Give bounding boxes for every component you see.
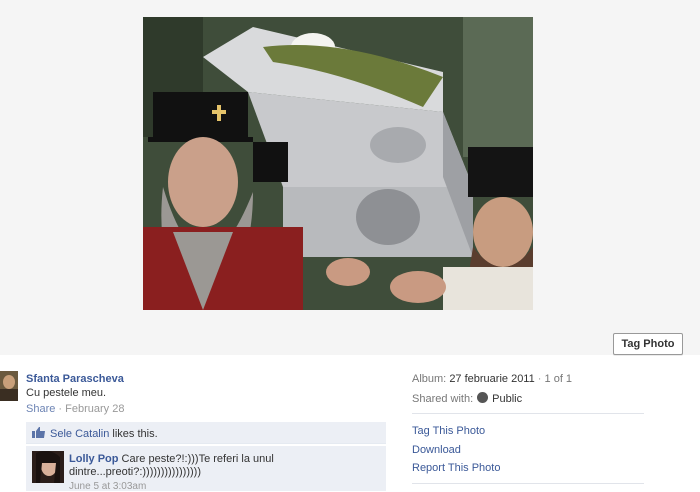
owner-avatar[interactable] (0, 371, 18, 401)
photo[interactable] (143, 17, 533, 310)
photo-image (143, 17, 533, 310)
photo-stage: Tag Photo (0, 0, 700, 355)
tag-this-photo-link[interactable]: Tag This Photo (412, 425, 485, 437)
owner-name-link[interactable]: Sfanta Parascheva (26, 373, 124, 385)
commenter-avatar[interactable] (32, 451, 64, 483)
likes-text: likes this. (109, 428, 158, 440)
album-row: Album: 27 februarie 2011 · 1 of 1 (412, 373, 572, 385)
likes-bar: Sele Catalin likes this. (26, 422, 386, 444)
post-date[interactable]: February 28 (65, 403, 124, 415)
shared-with-label: Shared with: (412, 393, 474, 405)
photo-position: 1 of 1 (544, 373, 573, 385)
album-link[interactable]: 27 februarie 2011 (449, 373, 534, 385)
privacy-row: Shared with: Public (412, 392, 522, 405)
avatar-image (0, 371, 18, 401)
commenter-avatar-image (32, 451, 64, 483)
commenter-name-link[interactable]: Lolly Pop (69, 453, 119, 465)
comment-body: Lolly Pop Care peste?!:)))Te referi la u… (69, 453, 289, 479)
like-thumb-icon (32, 427, 46, 438)
privacy-value[interactable]: Public (492, 393, 522, 405)
details-divider (412, 413, 644, 414)
liker-link[interactable]: Sele Catalin (50, 428, 109, 440)
actions-divider (412, 483, 644, 484)
meta-separator: · (55, 403, 66, 415)
globe-icon (477, 392, 489, 403)
tag-photo-button[interactable]: Tag Photo (613, 333, 683, 355)
download-link[interactable]: Download (412, 444, 461, 456)
share-link[interactable]: Share (26, 403, 55, 415)
album-separator: · (537, 373, 542, 385)
comment-item: Lolly Pop Care peste?!:)))Te referi la u… (26, 446, 386, 492)
report-photo-link[interactable]: Report This Photo (412, 462, 500, 474)
photo-caption: Cu pestele meu. (26, 387, 107, 399)
post-meta: Share · February 28 (26, 403, 124, 415)
comment-timestamp[interactable]: June 5 at 3:03am (69, 481, 146, 492)
album-label: Album: (412, 373, 447, 385)
